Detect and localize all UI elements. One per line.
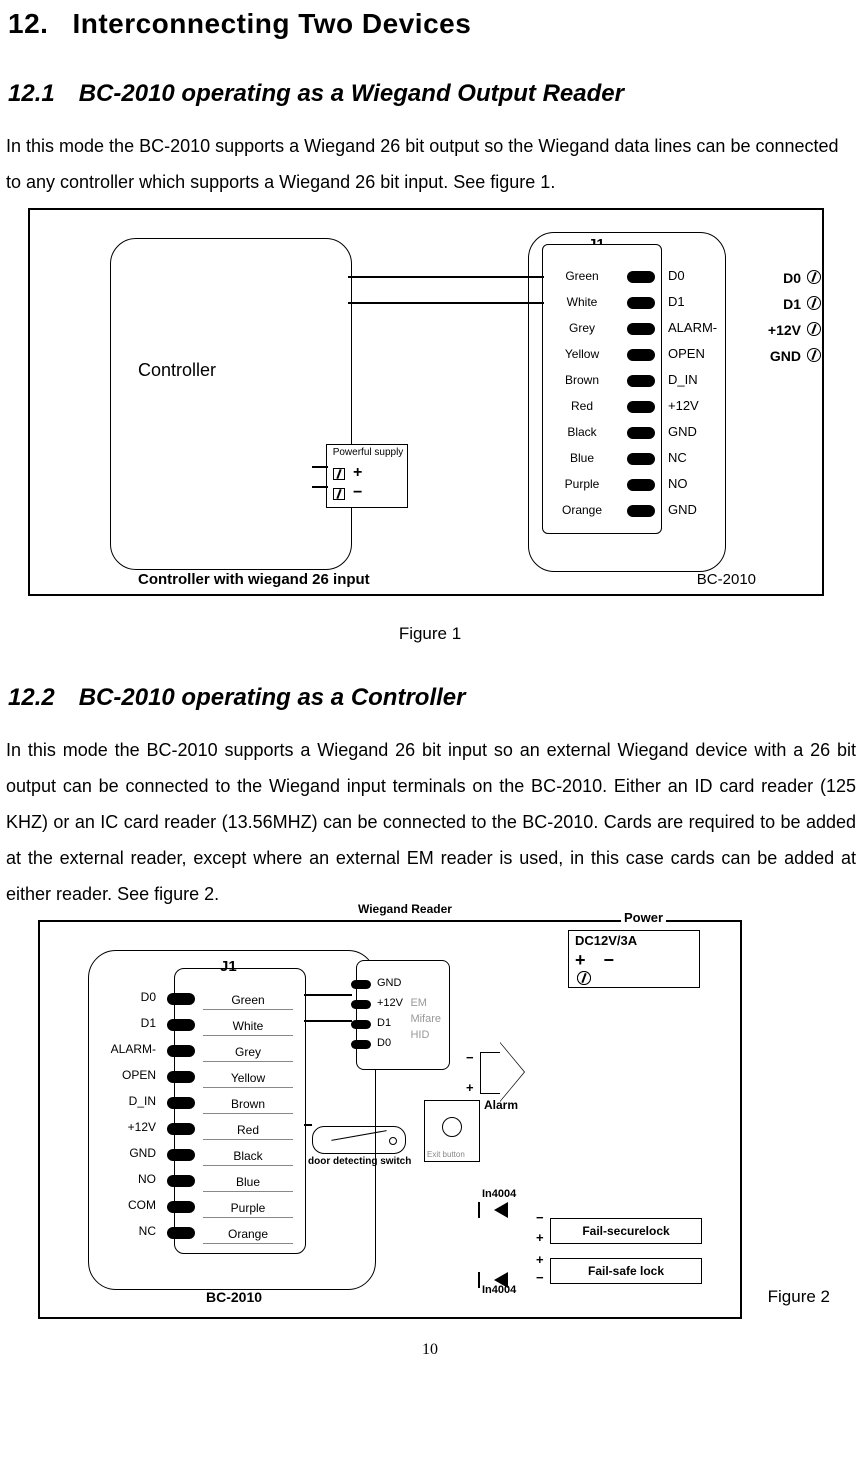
f2-pin: OPEN xyxy=(98,1068,156,1082)
j1-color: Brown xyxy=(203,1095,293,1114)
diode-label-1: In4004 xyxy=(482,1188,516,1200)
exit-button-label: Exit button xyxy=(427,1150,465,1159)
figure-1-caption: Figure 1 xyxy=(4,624,856,644)
j1-color: White xyxy=(203,1017,293,1036)
reader-pin: +12V xyxy=(377,997,403,1009)
door-switch-box xyxy=(312,1126,406,1154)
j1-color: Red xyxy=(547,399,617,413)
j1-color: Grey xyxy=(547,321,617,335)
fail-safe-lock: Fail-safe lock xyxy=(550,1258,702,1284)
section-heading: 12. Interconnecting Two Devices xyxy=(8,8,856,40)
ctrl-term-label: D0 xyxy=(783,270,801,286)
j1-pin: +12V xyxy=(668,398,699,413)
figure-1: Controller Controller with wiegand 26 in… xyxy=(28,208,824,596)
j1-pin: D_IN xyxy=(668,372,698,387)
f2-pin: +12V xyxy=(98,1120,156,1134)
j1-color: Orange xyxy=(203,1225,293,1244)
f2-pin: D_IN xyxy=(98,1094,156,1108)
figure-2-caption: Figure 2 xyxy=(768,1287,830,1307)
j1-color: Yellow xyxy=(547,347,617,361)
f2-pin: GND xyxy=(98,1146,156,1160)
j1-pin: D0 xyxy=(668,268,685,283)
power-supply-box: Powerful supply + − xyxy=(326,444,408,508)
j1-connector: Green White Grey Yellow Brown Red Black … xyxy=(542,244,662,534)
door-switch-label: door detecting switch xyxy=(308,1156,411,1167)
f2-pin: NO xyxy=(98,1172,156,1186)
f2-pin: D0 xyxy=(98,990,156,1004)
psu-label: Powerful supply xyxy=(331,447,405,458)
bc2010-label: BC-2010 xyxy=(697,571,756,588)
subsection-1-body: In this mode the BC-2010 supports a Wieg… xyxy=(6,128,856,200)
f2-pin: D1 xyxy=(98,1016,156,1030)
reader-type: EM xyxy=(410,995,441,1011)
j1-color: Blue xyxy=(203,1173,293,1192)
subsection-title: BC-2010 operating as a Wiegand Output Re… xyxy=(79,80,624,107)
wiegand-reader-title: Wiegand Reader xyxy=(358,902,452,916)
fail-secure-lock: Fail-securelock xyxy=(550,1218,702,1244)
controller-caption: Controller with wiegand 26 input xyxy=(138,571,370,588)
reader-type: HID xyxy=(410,1027,441,1043)
j1-color: Blue xyxy=(547,451,617,465)
ctrl-term-label: +12V xyxy=(768,322,801,338)
subsection-number: 12.2 xyxy=(8,684,55,711)
j1-pin: OPEN xyxy=(668,346,705,361)
j1-color: Brown xyxy=(547,373,617,387)
section-title: Interconnecting Two Devices xyxy=(72,8,471,39)
j1-color: Black xyxy=(203,1147,293,1166)
j1-pin: NC xyxy=(668,450,687,465)
reader-pin: GND xyxy=(377,977,401,989)
f2-pin: COM xyxy=(98,1198,156,1212)
wiegand-reader-box: GND +12V D1 D0 EM Mifare HID xyxy=(356,960,450,1070)
j1-pin: D1 xyxy=(668,294,685,309)
alarm-label: Alarm xyxy=(484,1098,518,1112)
j1-color: Orange xyxy=(547,503,617,517)
page-number: 10 xyxy=(4,1341,856,1359)
subsection-title: BC-2010 operating as a Controller xyxy=(79,684,466,711)
reader-type: Mifare xyxy=(410,1011,441,1027)
j1-pin: ALARM- xyxy=(668,320,717,335)
alarm-speaker: Alarm xyxy=(480,1052,502,1094)
subsection-heading-2: 12.2 BC-2010 operating as a Controller xyxy=(8,684,856,712)
j1-pin: GND xyxy=(668,502,697,517)
j1-pin: NO xyxy=(668,476,688,491)
j1-color: Green xyxy=(547,269,617,283)
reader-pin: D1 xyxy=(377,1017,391,1029)
controller-label: Controller xyxy=(138,360,216,381)
power-box: DC12V/3A +− xyxy=(568,930,700,988)
exit-button-box: Exit button xyxy=(424,1100,480,1162)
f2-pin: ALARM- xyxy=(98,1042,156,1056)
j1-color: Green xyxy=(203,991,293,1010)
power-text: DC12V/3A xyxy=(569,931,699,950)
j1-color: Purple xyxy=(203,1199,293,1218)
subsection-2-body: In this mode the BC-2010 supports a Wieg… xyxy=(6,732,856,912)
section-number: 12. xyxy=(8,8,48,39)
j1-color: Yellow xyxy=(203,1069,293,1088)
figure-2: BC-2010 J1 Green White Grey Yellow Brown… xyxy=(38,920,742,1319)
j1-pin: GND xyxy=(668,424,697,439)
f2-bc2010-label: BC-2010 xyxy=(206,1289,262,1305)
j1-color: Purple xyxy=(547,477,617,491)
ctrl-term-label: GND xyxy=(770,348,801,364)
subsection-number: 12.1 xyxy=(8,80,55,107)
j1-color: Grey xyxy=(203,1043,293,1062)
j1-color: White xyxy=(547,295,617,309)
reader-pin: D0 xyxy=(377,1037,391,1049)
ctrl-term-label: D1 xyxy=(783,296,801,312)
f2-pin: NC xyxy=(98,1224,156,1238)
subsection-heading-1: 12.1 BC-2010 operating as a Wiegand Outpu… xyxy=(8,80,856,108)
j1-color: Black xyxy=(547,425,617,439)
f2-j1-connector: Green White Grey Yellow Brown Red Black … xyxy=(174,968,306,1254)
j1-color: Red xyxy=(203,1121,293,1140)
power-title: Power xyxy=(621,910,666,925)
